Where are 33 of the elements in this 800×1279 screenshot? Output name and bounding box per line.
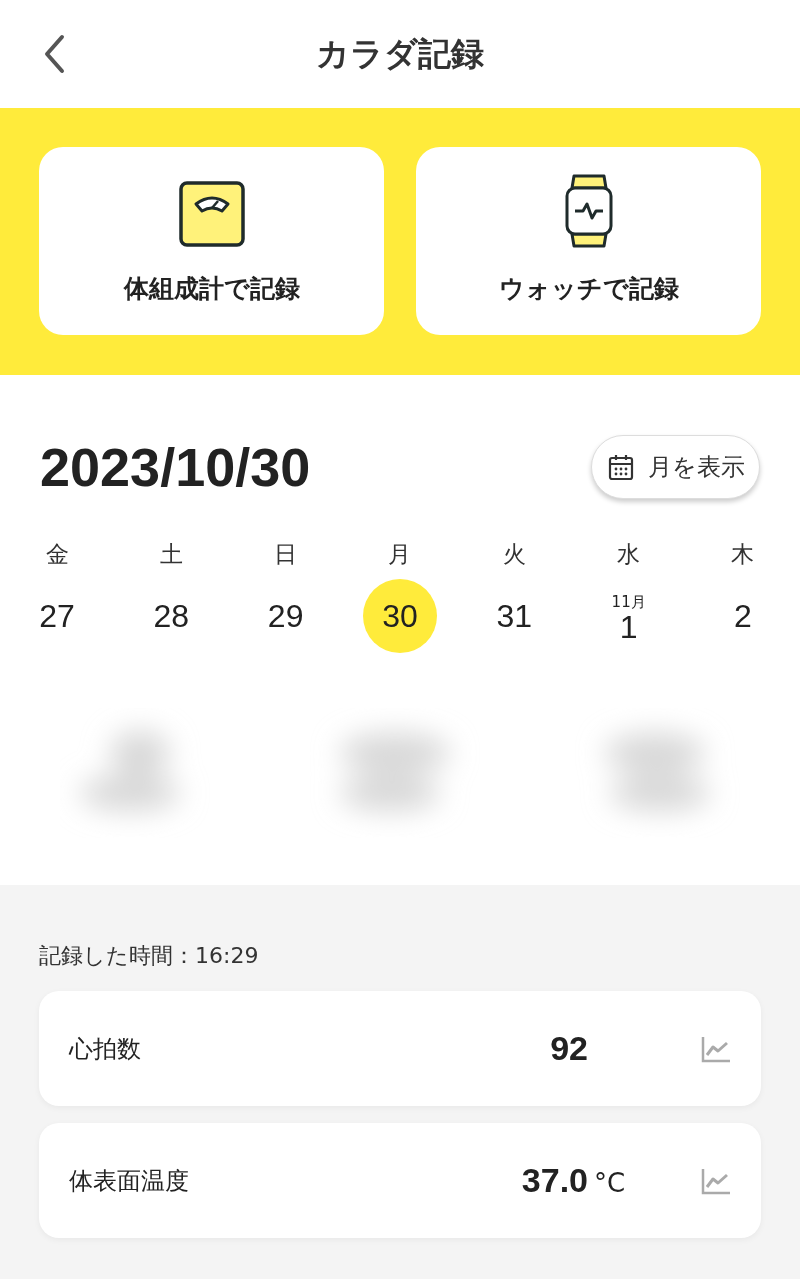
- measurement-value: 37.0: [520, 1161, 588, 1200]
- weekday-label: 土: [159, 540, 183, 569]
- day-item[interactable]: 28: [134, 579, 209, 653]
- record-button[interactable]: ウォッチで記録: [416, 147, 761, 335]
- page-title: カラダ記録: [316, 32, 484, 75]
- day-item[interactable]: 29: [248, 579, 323, 653]
- show-month-button[interactable]: 月を表示: [591, 435, 760, 499]
- day-item[interactable]: 27: [20, 579, 94, 653]
- line-chart-icon[interactable]: [701, 1166, 731, 1195]
- record-button[interactable]: 体組成計で記録: [39, 147, 384, 335]
- weekday-label: 月: [388, 540, 412, 569]
- date-heading: 2023/10/30: [40, 436, 311, 498]
- measurement-name: 心拍数: [69, 1033, 142, 1065]
- weekday-label: 金: [45, 540, 69, 569]
- measurement-card[interactable]: 心拍数 92: [39, 991, 761, 1106]
- recorded-time: 記録した時間：16:29: [39, 942, 260, 970]
- measurement-unit: °C: [594, 1168, 626, 1198]
- weekday-label: 火: [502, 540, 526, 569]
- measurement-value: 92: [549, 1029, 588, 1068]
- back-icon[interactable]: [42, 34, 66, 74]
- day-item[interactable]: 2: [705, 579, 780, 653]
- day-item[interactable]: 30: [363, 579, 437, 653]
- weekday-label: 木: [731, 540, 755, 569]
- smartwatch-icon: [563, 174, 614, 248]
- day-item[interactable]: 31: [477, 579, 552, 653]
- day-item[interactable]: 11月 1: [591, 579, 666, 653]
- weekday-label: 水: [617, 540, 641, 569]
- measurement-name: 体表面温度: [69, 1165, 190, 1197]
- weekday-label: 日: [274, 540, 298, 569]
- line-chart-icon[interactable]: [701, 1034, 731, 1063]
- scale-icon: [177, 180, 246, 248]
- calendar-icon: [608, 453, 634, 481]
- measurement-card[interactable]: 体表面温度 37.0 °C: [39, 1123, 761, 1238]
